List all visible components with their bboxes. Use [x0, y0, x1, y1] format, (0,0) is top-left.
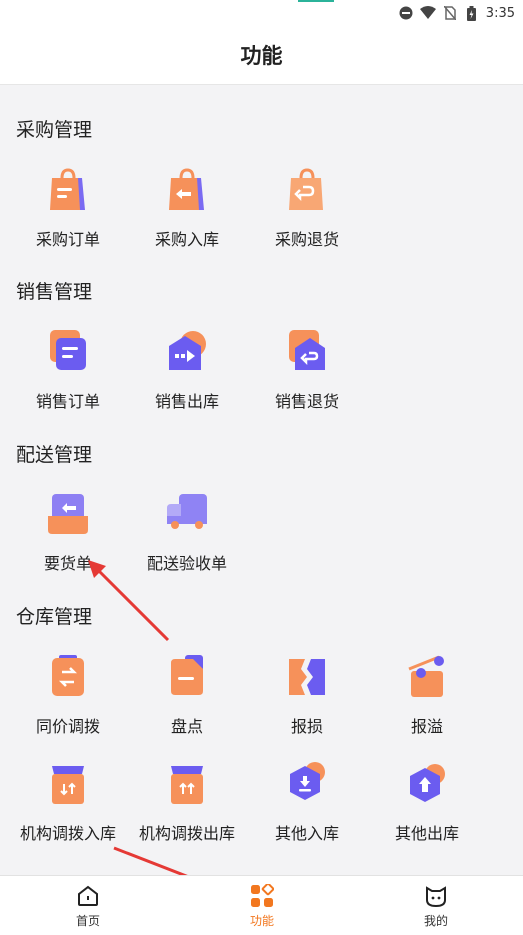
box-return-icon [287, 330, 327, 374]
item-label: 其他入库 [274, 824, 339, 843]
requisition-button[interactable]: 要货单 [8, 492, 128, 592]
wifi-icon [419, 5, 436, 21]
item-label: 其他出库 [394, 824, 459, 843]
bag-list-icon [48, 168, 88, 212]
other-inbound-button[interactable]: 其他入库 [247, 762, 367, 862]
item-label: 同价调拨 [35, 717, 100, 736]
item-label: 报溢 [410, 717, 443, 736]
status-bar: 3:35 [0, 0, 523, 26]
hexagon-down-icon [287, 762, 327, 806]
same-price-transfer-button[interactable]: 同价调拨 [8, 655, 128, 755]
tab-label: 我的 [423, 914, 448, 928]
broken-box-icon [287, 655, 327, 699]
tab-home[interactable]: 首页 [28, 876, 148, 935]
page-header: 功能 [0, 26, 523, 85]
status-icons: 3:35 [398, 4, 515, 22]
item-label: 要货单 [43, 554, 92, 573]
item-label: 销售订单 [35, 392, 100, 411]
section-title-warehouse: 仓库管理 [16, 606, 93, 628]
tab-mine[interactable]: 我的 [376, 876, 496, 935]
battery-icon [464, 5, 480, 21]
stocktake-button[interactable]: 盘点 [127, 655, 247, 755]
grid-icon [250, 884, 274, 908]
clipboard-transfer-icon [48, 655, 88, 699]
purchase-return-button[interactable]: 采购退货 [247, 168, 367, 268]
sales-outbound-button[interactable]: 销售出库 [127, 330, 247, 430]
truck-icon [167, 492, 207, 536]
tab-label: 首页 [75, 914, 100, 928]
bag-return-icon [287, 168, 327, 212]
org-transfer-out-button[interactable]: 机构调拨出库 [127, 762, 247, 862]
crate-out-icon [167, 762, 207, 806]
item-label: 机构调拨入库 [19, 824, 116, 843]
document-list-icon [48, 330, 88, 374]
home-icon [76, 884, 100, 908]
section-title-delivery: 配送管理 [16, 444, 93, 466]
item-label: 盘点 [170, 717, 203, 736]
cat-face-icon [424, 884, 448, 908]
status-time: 3:35 [485, 5, 515, 21]
tab-functions[interactable]: 功能 [202, 876, 322, 935]
hexagon-up-icon [407, 762, 447, 806]
sales-order-button[interactable]: 销售订单 [8, 330, 128, 430]
status-accent-line [298, 0, 334, 2]
section-title-sales: 销售管理 [16, 281, 93, 303]
other-outbound-button[interactable]: 其他出库 [367, 762, 487, 862]
page-title: 功能 [240, 44, 283, 68]
crate-in-icon [48, 762, 88, 806]
item-label: 采购退货 [274, 230, 339, 249]
item-label: 机构调拨出库 [138, 824, 235, 843]
bag-arrow-in-icon [167, 168, 207, 212]
damage-report-button[interactable]: 报损 [247, 655, 367, 755]
no-sim-icon [442, 5, 458, 21]
bottom-tab-bar: 首页 功能 我的 [0, 875, 523, 935]
purchase-order-button[interactable]: 采购订单 [8, 168, 128, 268]
tray-arrow-icon [48, 492, 88, 536]
item-label: 报损 [290, 717, 323, 736]
do-not-disturb-icon [398, 5, 414, 21]
item-label: 销售出库 [154, 392, 219, 411]
item-label: 采购订单 [35, 230, 100, 249]
delivery-acceptance-button[interactable]: 配送验收单 [127, 492, 247, 592]
overflow-report-button[interactable]: 报溢 [367, 655, 487, 755]
overflow-box-icon [407, 655, 447, 699]
box-arrow-out-icon [167, 330, 207, 374]
tab-label: 功能 [249, 914, 274, 928]
note-icon [167, 655, 207, 699]
item-label: 采购入库 [154, 230, 219, 249]
section-title-purchase: 采购管理 [16, 119, 93, 141]
item-label: 配送验收单 [146, 554, 227, 573]
item-label: 销售退货 [274, 392, 339, 411]
purchase-inbound-button[interactable]: 采购入库 [127, 168, 247, 268]
sales-return-button[interactable]: 销售退货 [247, 330, 367, 430]
org-transfer-in-button[interactable]: 机构调拨入库 [8, 762, 128, 862]
